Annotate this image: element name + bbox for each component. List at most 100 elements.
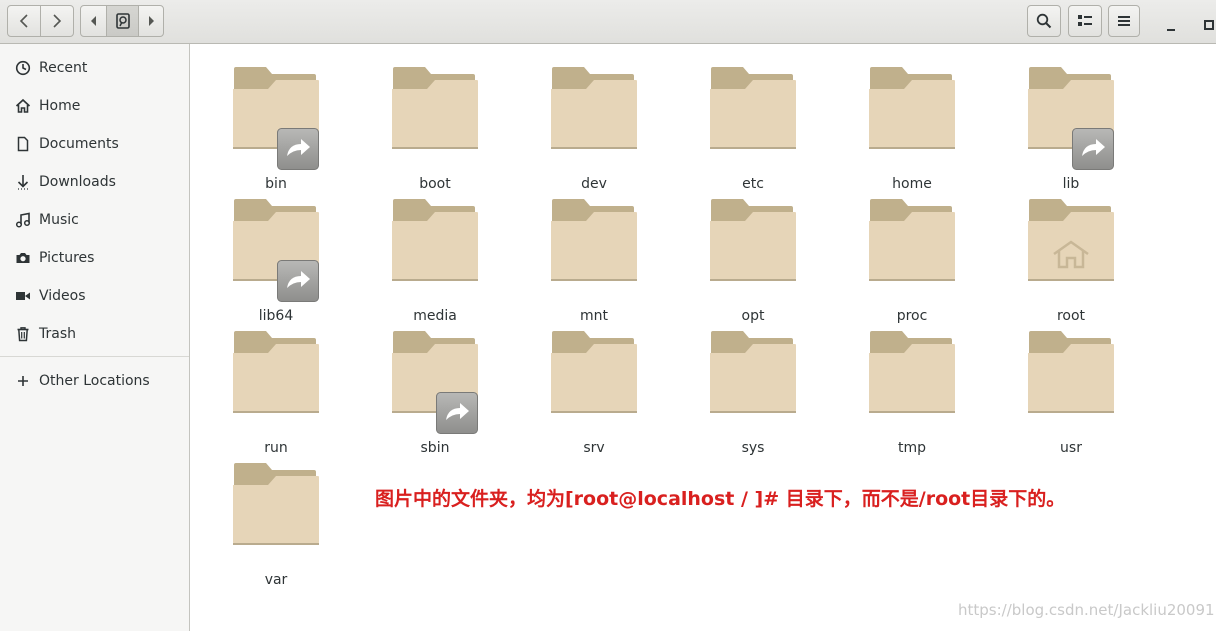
document-icon	[15, 136, 31, 152]
sidebar-item-videos[interactable]: Videos	[0, 277, 189, 315]
folder-item[interactable]: usr	[1006, 329, 1136, 456]
minimize-button[interactable]	[1163, 12, 1179, 32]
folder-label: mnt	[580, 308, 608, 324]
sidebar-item-home[interactable]: Home	[0, 87, 189, 125]
folder-label: sbin	[420, 440, 450, 456]
folder-item[interactable]: sys	[688, 329, 818, 456]
folder-item[interactable]: root	[1006, 197, 1136, 324]
watermark-text: https://blog.csdn.net/Jackliu200911	[958, 601, 1216, 619]
sidebar-item-recent[interactable]: Recent	[0, 49, 189, 87]
folder-item[interactable]: lib64	[211, 197, 341, 324]
sidebar-item-documents[interactable]: Documents	[0, 125, 189, 163]
folder-item[interactable]: var	[211, 461, 341, 588]
view-toggle-button[interactable]	[1068, 5, 1102, 37]
folder-icon	[868, 197, 956, 285]
folder-label: lib	[1062, 176, 1080, 192]
folder-icon	[868, 329, 956, 417]
folder-icon	[709, 65, 797, 153]
header-bar	[0, 0, 1216, 44]
search-button[interactable]	[1027, 5, 1061, 37]
folder-label: tmp	[897, 440, 926, 456]
folder-label: sys	[741, 440, 765, 456]
clock-icon	[15, 60, 31, 76]
folder-label: srv	[583, 440, 605, 456]
folder-label: opt	[741, 308, 765, 324]
menu-button[interactable]	[1108, 5, 1140, 37]
music-icon	[15, 212, 31, 228]
folder-item[interactable]: dev	[529, 65, 659, 192]
folder-icon	[391, 197, 479, 285]
folder-item[interactable]: bin	[211, 65, 341, 192]
sidebar-item-music[interactable]: Music	[0, 201, 189, 239]
sidebar-item-downloads[interactable]: Downloads	[0, 163, 189, 201]
folder-label: media	[413, 308, 457, 324]
sidebar-item-other-locations[interactable]: Other Locations	[0, 362, 189, 400]
folder-item[interactable]: srv	[529, 329, 659, 456]
maximize-icon	[1204, 20, 1214, 30]
folder-item[interactable]: lib	[1006, 65, 1136, 192]
folder-label: dev	[581, 176, 607, 192]
sidebar-item-label: Videos	[39, 288, 86, 304]
folder-item[interactable]: home	[847, 65, 977, 192]
folder-item[interactable]: mnt	[529, 197, 659, 324]
folder-label: var	[264, 572, 288, 588]
folder-icon	[550, 197, 638, 285]
folder-icon	[709, 197, 797, 285]
path-root-button[interactable]	[106, 5, 139, 37]
folder-icon	[550, 329, 638, 417]
sidebar-item-label: Other Locations	[39, 373, 150, 389]
chevron-left-icon	[19, 14, 28, 28]
folder-item[interactable]: run	[211, 329, 341, 456]
folder-icon	[550, 65, 638, 153]
hamburger-menu-icon	[1118, 16, 1130, 26]
camera-icon	[15, 250, 31, 266]
minimize-icon	[1167, 29, 1175, 31]
sidebar-item-label: Music	[39, 212, 79, 228]
video-icon	[15, 288, 31, 304]
maximize-button[interactable]	[1203, 16, 1215, 30]
arrow-left-icon	[90, 16, 96, 26]
folder-label: usr	[1060, 440, 1082, 456]
path-scroll-right-button[interactable]	[138, 5, 164, 37]
file-view: bin boot dev etc home lib lib64 media mnt opt proc…	[190, 45, 1216, 631]
folder-icon	[391, 65, 479, 153]
sidebar-item-label: Pictures	[39, 250, 95, 266]
folder-icon	[868, 65, 956, 153]
sidebar-item-label: Documents	[39, 136, 119, 152]
back-button[interactable]	[7, 5, 41, 37]
plus-icon	[15, 373, 31, 389]
folder-icon	[232, 461, 320, 549]
folder-item[interactable]: boot	[370, 65, 500, 192]
folder-label: etc	[742, 176, 764, 192]
folder-label: root	[1056, 308, 1086, 324]
download-icon	[15, 174, 31, 190]
folder-label: run	[264, 440, 288, 456]
drive-icon	[115, 13, 130, 29]
sidebar-item-trash[interactable]: Trash	[0, 315, 189, 353]
folder-label: home	[892, 176, 932, 192]
sidebar-separator	[0, 356, 189, 357]
path-scroll-left-button[interactable]	[80, 5, 107, 37]
arrow-right-icon	[149, 16, 154, 26]
folder-item[interactable]: media	[370, 197, 500, 324]
symlink-emblem-icon	[436, 392, 478, 438]
folder-icon	[232, 329, 320, 417]
sidebar-item-label: Downloads	[39, 174, 116, 190]
sidebar-item-label: Trash	[39, 326, 76, 342]
folder-item[interactable]: opt	[688, 197, 818, 324]
symlink-emblem-icon	[277, 128, 319, 174]
symlink-emblem-icon	[1072, 128, 1114, 174]
places-sidebar: Recent Home Documents Downloads Music Pi…	[0, 44, 190, 631]
folder-item[interactable]: etc	[688, 65, 818, 192]
symlink-emblem-icon	[277, 260, 319, 306]
chevron-right-icon	[53, 14, 62, 28]
folder-item[interactable]: proc	[847, 197, 977, 324]
folder-item[interactable]: tmp	[847, 329, 977, 456]
forward-button[interactable]	[40, 5, 74, 37]
home-emblem-icon	[1051, 239, 1091, 275]
folder-item[interactable]: sbin	[370, 329, 500, 456]
sidebar-item-label: Recent	[39, 60, 88, 76]
sidebar-item-pictures[interactable]: Pictures	[0, 239, 189, 277]
sidebar-item-label: Home	[39, 98, 81, 114]
search-icon	[1036, 13, 1052, 29]
